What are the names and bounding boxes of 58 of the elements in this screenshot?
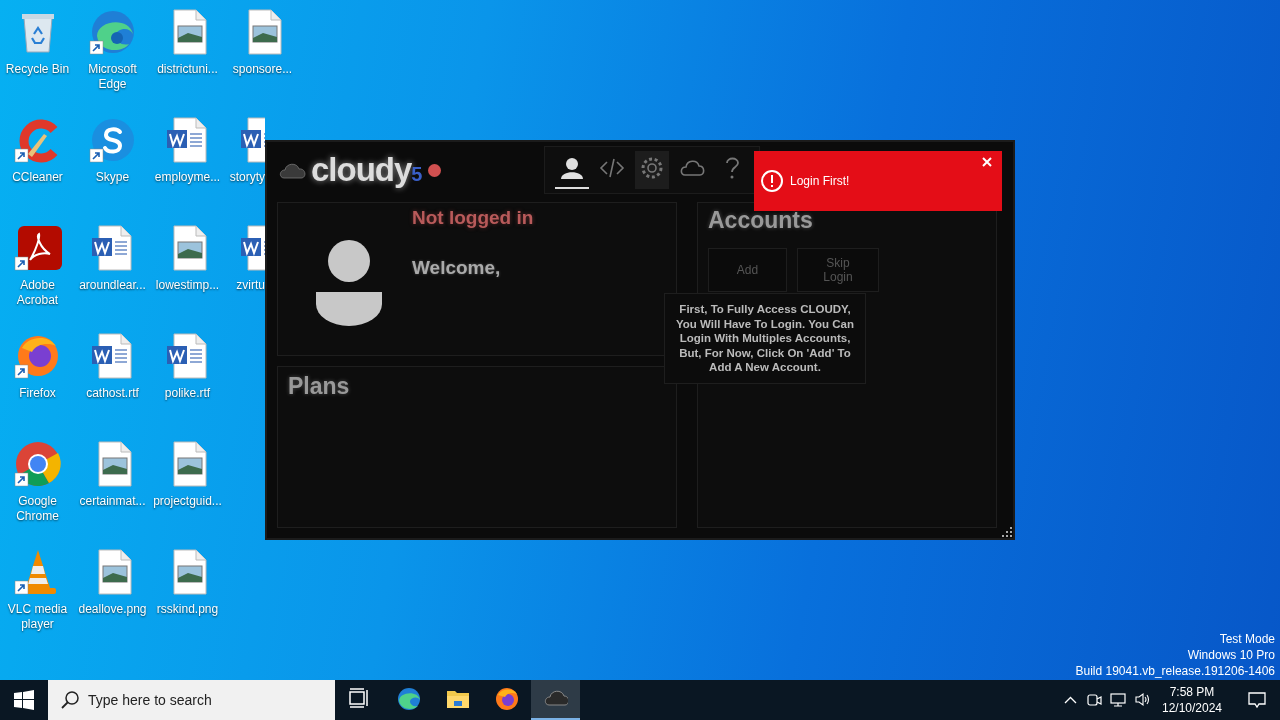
icon-label[interactable]: certainmat...	[79, 494, 146, 509]
icon-label[interactable]: employme...	[154, 170, 221, 185]
version-number: 5	[411, 163, 423, 185]
clock[interactable]: 7:58 PM 12/10/2024	[1154, 680, 1230, 720]
icon-label[interactable]: polike.rtf	[164, 386, 211, 401]
icon-label[interactable]: Microsoft Edge	[75, 62, 150, 92]
settings-tab[interactable]	[635, 151, 669, 189]
icon-label[interactable]: storyty	[229, 170, 265, 185]
close-icon	[982, 157, 992, 167]
icon-label[interactable]: sponsore...	[232, 62, 293, 77]
app-logo-text: cloudy	[311, 151, 412, 189]
icon-label[interactable]: projectguid...	[153, 494, 222, 509]
chevron-up-icon	[1063, 696, 1077, 704]
icon-label[interactable]: Recycle Bin	[5, 62, 70, 77]
shortcut-acrobat-icon[interactable]	[13, 224, 62, 272]
icon-label[interactable]: cathost.rtf	[86, 386, 139, 401]
edge-icon	[396, 687, 421, 711]
icon-label[interactable]: lowestimp...	[155, 278, 220, 293]
login-status: Not logged in	[412, 207, 534, 229]
tooltip: First, To Fully Access CLOUDY, You Will Have To Login. You Can Login With Multiples Accounts, But, For Now, Click On 'Add' To Add A New Account.	[664, 293, 866, 384]
panel-title: Accounts	[708, 207, 814, 234]
camera-icon	[1086, 691, 1102, 709]
icon-label[interactable]: VLC media player	[0, 602, 75, 632]
resize-grip-icon[interactable]	[1002, 527, 1012, 537]
icon-label[interactable]: Firefox	[19, 386, 56, 401]
system-info-text: Windows 10 Pro	[1186, 647, 1275, 663]
settings-icon	[639, 155, 665, 181]
windows-logo-icon	[14, 690, 34, 710]
system-info-text: Test Mode	[1218, 631, 1275, 647]
search-icon	[60, 690, 80, 710]
icon-label[interactable]: Skype	[95, 170, 130, 185]
avatar-icon	[314, 240, 384, 326]
greeting-text: Welcome,	[412, 257, 502, 279]
network-icon	[1110, 691, 1126, 709]
firefox-icon	[494, 687, 519, 711]
icon-label[interactable]: deallove.png	[78, 602, 147, 617]
icon-label[interactable]: CCleaner	[12, 170, 63, 185]
status-dot	[428, 163, 442, 177]
shortcut-chrome-icon[interactable]	[13, 440, 62, 488]
icon-label[interactable]: aroundlear...	[79, 278, 146, 293]
icon-label[interactable]: districtuni...	[157, 62, 218, 77]
account-button[interactable]: Skip Login	[797, 248, 879, 292]
toast-message: Login First!	[790, 174, 851, 188]
user-icon	[559, 155, 585, 181]
icon-label[interactable]: zvirtu	[236, 278, 265, 293]
alert-icon	[760, 169, 784, 193]
search-field[interactable]: Type here to search	[48, 680, 335, 720]
system-info-text: Build 19041.vb_release.191206-1406	[1075, 663, 1275, 679]
icon-label[interactable]: rsskind.png	[156, 602, 219, 617]
volume-icon	[1134, 691, 1150, 709]
panel-title: Plans	[288, 373, 351, 400]
account-button[interactable]: Add	[708, 248, 787, 292]
shortcut-edge-icon[interactable]	[88, 8, 137, 56]
shortcut-skype-icon[interactable]	[88, 116, 137, 164]
icon-label[interactable]: Adobe Acrobat	[0, 278, 75, 308]
taskbar-button[interactable]	[531, 680, 580, 720]
icon-label[interactable]: Google Chrome	[0, 494, 75, 524]
notification-icon	[1247, 690, 1267, 710]
